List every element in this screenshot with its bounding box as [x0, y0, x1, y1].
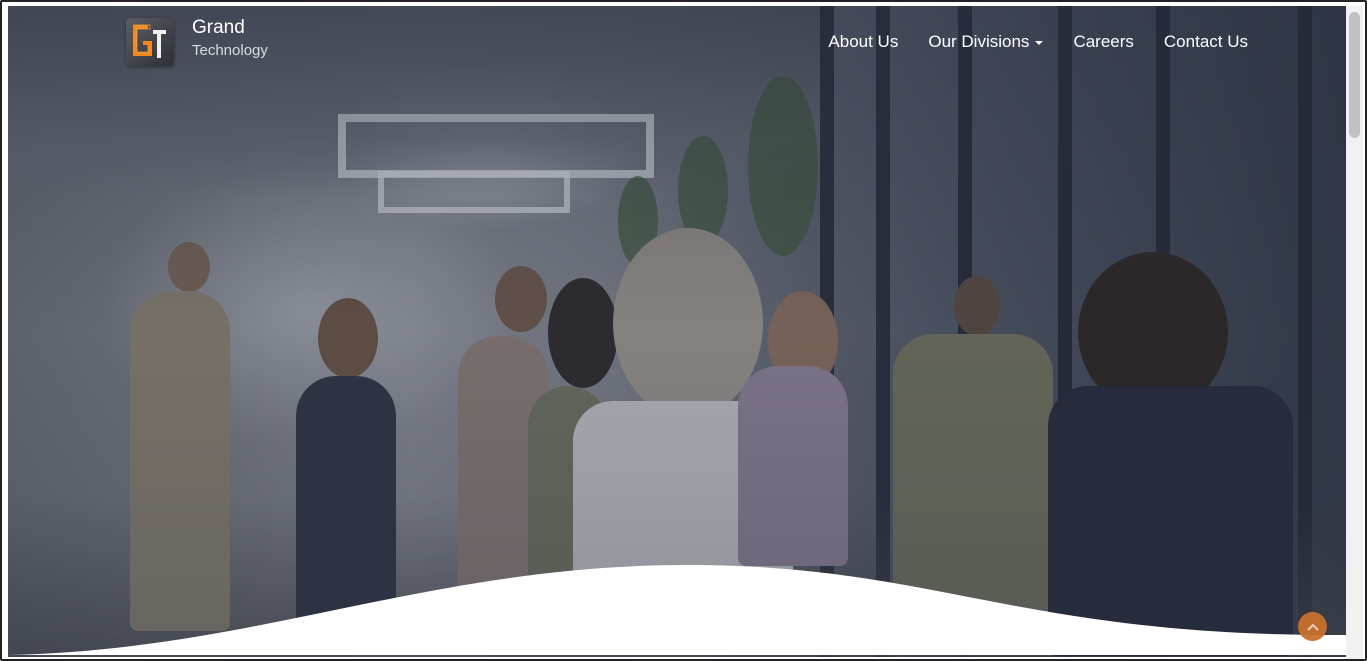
nav-our-divisions-label: Our Divisions: [928, 32, 1030, 51]
hero-wave-divider: [8, 565, 1348, 655]
hero-overlay: [8, 6, 1348, 657]
nav-careers[interactable]: Careers: [1073, 32, 1133, 52]
nav-about-us-label: About Us: [828, 32, 899, 51]
nav-our-divisions[interactable]: Our Divisions: [928, 32, 1044, 52]
page-scrollbar[interactable]: [1346, 6, 1363, 659]
hero-section: [8, 6, 1348, 657]
scrollbar-thumb[interactable]: [1349, 12, 1360, 138]
nav-about-us[interactable]: About Us: [828, 32, 898, 52]
brand-subtitle: Technology: [192, 42, 268, 60]
nav-contact-us[interactable]: Contact Us: [1164, 32, 1248, 52]
brand-logo-link[interactable]: Grand Technology: [126, 17, 268, 66]
brand-name: Grand: [192, 17, 245, 39]
main-nav: About Us Our Divisions Careers Contact U…: [828, 32, 1248, 52]
caret-down-icon: [1035, 41, 1044, 45]
chevron-up-icon: [1306, 623, 1319, 631]
scroll-to-top-button[interactable]: [1298, 612, 1327, 641]
browser-viewport: Grand Technology About Us Our Divisions …: [0, 0, 1367, 661]
nav-contact-us-label: Contact Us: [1163, 32, 1248, 51]
navbar: Grand Technology About Us Our Divisions …: [8, 6, 1348, 80]
gt-logo-icon: [126, 18, 174, 66]
nav-careers-label: Careers: [1073, 32, 1134, 51]
